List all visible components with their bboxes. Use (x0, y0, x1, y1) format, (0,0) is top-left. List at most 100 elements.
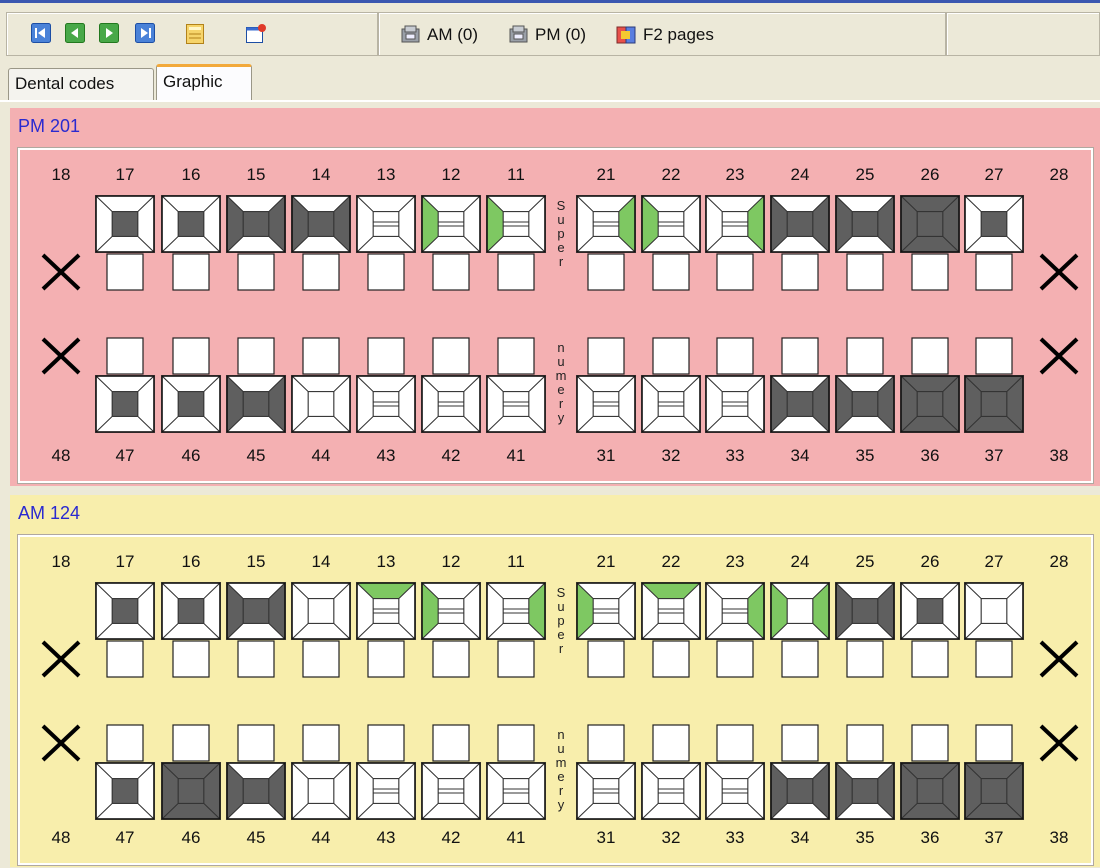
tooth-status-box[interactable] (367, 253, 405, 291)
next-record-button[interactable] (99, 23, 119, 43)
first-record-button[interactable] (31, 23, 51, 43)
tooth-33[interactable] (704, 374, 766, 434)
notepad-button[interactable] (185, 23, 205, 44)
tooth-status-box[interactable] (911, 253, 949, 291)
tooth-status-box[interactable] (237, 337, 275, 375)
tooth-23[interactable] (704, 581, 766, 641)
tooth-25[interactable] (834, 194, 896, 254)
tooth-status-box[interactable] (652, 337, 690, 375)
tooth-45[interactable] (225, 374, 287, 434)
tooth-16[interactable] (160, 194, 222, 254)
tooth-14[interactable] (290, 194, 352, 254)
tooth-status-box[interactable] (497, 337, 535, 375)
tooth-status-box[interactable] (975, 337, 1013, 375)
tooth-11[interactable] (485, 194, 547, 254)
tab-dental-codes[interactable]: Dental codes (8, 68, 154, 100)
tooth-status-box[interactable] (106, 253, 144, 291)
tooth-status-box[interactable] (106, 337, 144, 375)
tooth-status-box[interactable] (716, 724, 754, 762)
missing-tooth-18[interactable] (41, 640, 81, 678)
last-record-button[interactable] (135, 23, 155, 43)
tooth-36[interactable] (899, 374, 961, 434)
tooth-status-box[interactable] (716, 640, 754, 678)
tooth-21[interactable] (575, 581, 637, 641)
tooth-status-box[interactable] (172, 724, 210, 762)
tooth-35[interactable] (834, 374, 896, 434)
tooth-status-box[interactable] (237, 724, 275, 762)
tooth-17[interactable] (94, 194, 156, 254)
tooth-44[interactable] (290, 761, 352, 821)
tooth-42[interactable] (420, 761, 482, 821)
tooth-status-box[interactable] (975, 253, 1013, 291)
tooth-status-box[interactable] (846, 337, 884, 375)
tooth-status-box[interactable] (497, 724, 535, 762)
tooth-status-box[interactable] (367, 640, 405, 678)
tooth-27[interactable] (963, 581, 1025, 641)
tooth-status-box[interactable] (497, 640, 535, 678)
tooth-13[interactable] (355, 194, 417, 254)
tooth-status-box[interactable] (975, 724, 1013, 762)
f2-pages[interactable]: F2 pages (615, 23, 714, 47)
tooth-status-box[interactable] (237, 253, 275, 291)
tooth-status-box[interactable] (652, 640, 690, 678)
tooth-status-box[interactable] (587, 253, 625, 291)
missing-tooth-18[interactable] (41, 253, 81, 291)
tooth-47[interactable] (94, 761, 156, 821)
previous-record-button[interactable] (65, 23, 85, 43)
tooth-26[interactable] (899, 581, 961, 641)
missing-tooth-38[interactable] (1039, 724, 1079, 762)
tooth-status-box[interactable] (781, 640, 819, 678)
tooth-37[interactable] (963, 761, 1025, 821)
tooth-43[interactable] (355, 374, 417, 434)
tooth-status-box[interactable] (106, 640, 144, 678)
tooth-status-box[interactable] (432, 253, 470, 291)
tooth-status-box[interactable] (781, 253, 819, 291)
pm-appointments[interactable]: PM (0) (507, 23, 586, 47)
tooth-43[interactable] (355, 761, 417, 821)
tooth-status-box[interactable] (975, 640, 1013, 678)
tooth-status-box[interactable] (172, 253, 210, 291)
tooth-14[interactable] (290, 581, 352, 641)
tooth-status-box[interactable] (237, 640, 275, 678)
tooth-status-box[interactable] (432, 337, 470, 375)
tooth-status-box[interactable] (652, 253, 690, 291)
tooth-status-box[interactable] (302, 724, 340, 762)
tooth-status-box[interactable] (302, 253, 340, 291)
tooth-status-box[interactable] (846, 640, 884, 678)
tooth-status-box[interactable] (367, 724, 405, 762)
tooth-26[interactable] (899, 194, 961, 254)
tooth-15[interactable] (225, 581, 287, 641)
tooth-status-box[interactable] (911, 337, 949, 375)
tooth-status-box[interactable] (781, 724, 819, 762)
tooth-status-box[interactable] (302, 640, 340, 678)
missing-tooth-28[interactable] (1039, 253, 1079, 291)
tooth-32[interactable] (640, 374, 702, 434)
tooth-24[interactable] (769, 581, 831, 641)
tooth-45[interactable] (225, 761, 287, 821)
tooth-42[interactable] (420, 374, 482, 434)
tooth-36[interactable] (899, 761, 961, 821)
tooth-44[interactable] (290, 374, 352, 434)
tooth-status-box[interactable] (781, 337, 819, 375)
tooth-46[interactable] (160, 761, 222, 821)
tooth-status-box[interactable] (432, 724, 470, 762)
new-window-button[interactable] (245, 23, 266, 43)
tooth-status-box[interactable] (846, 253, 884, 291)
tooth-status-box[interactable] (432, 640, 470, 678)
tooth-status-box[interactable] (716, 253, 754, 291)
tooth-status-box[interactable] (587, 640, 625, 678)
tooth-11[interactable] (485, 581, 547, 641)
tooth-15[interactable] (225, 194, 287, 254)
tooth-status-box[interactable] (587, 337, 625, 375)
am-appointments[interactable]: AM (0) (399, 23, 478, 47)
tooth-status-box[interactable] (911, 724, 949, 762)
tooth-31[interactable] (575, 374, 637, 434)
tooth-12[interactable] (420, 194, 482, 254)
tooth-24[interactable] (769, 194, 831, 254)
tooth-47[interactable] (94, 374, 156, 434)
tooth-status-box[interactable] (587, 724, 625, 762)
tooth-16[interactable] (160, 581, 222, 641)
tooth-status-box[interactable] (911, 640, 949, 678)
tooth-23[interactable] (704, 194, 766, 254)
tooth-27[interactable] (963, 194, 1025, 254)
